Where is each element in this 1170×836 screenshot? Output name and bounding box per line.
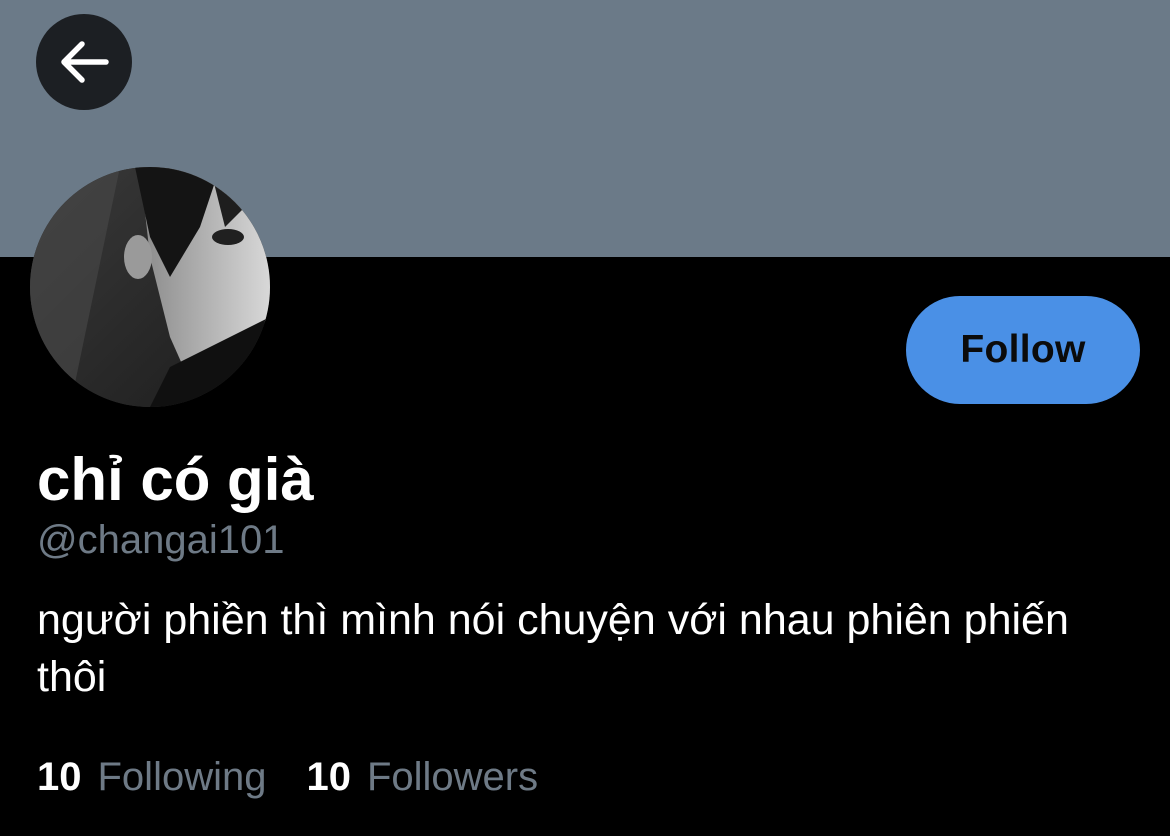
user-handle: @changai101 <box>37 518 285 562</box>
following-stat[interactable]: 10 Following <box>37 750 266 804</box>
profile-bio: người phiền thì mình nói chuyện với nhau… <box>37 596 1069 701</box>
arrow-left-icon <box>58 40 110 84</box>
display-name: chỉ có già <box>37 446 314 513</box>
following-count: 10 <box>37 755 82 799</box>
back-button[interactable] <box>36 14 132 110</box>
followers-label: Followers <box>366 755 539 799</box>
followers-stat[interactable]: 10 Followers <box>306 750 538 804</box>
profile-stats: 10 Following 10 Followers <box>37 750 538 804</box>
follow-button[interactable]: Follow <box>906 296 1140 404</box>
following-label: Following <box>97 755 267 799</box>
avatar[interactable] <box>30 167 270 407</box>
followers-count: 10 <box>306 755 351 799</box>
